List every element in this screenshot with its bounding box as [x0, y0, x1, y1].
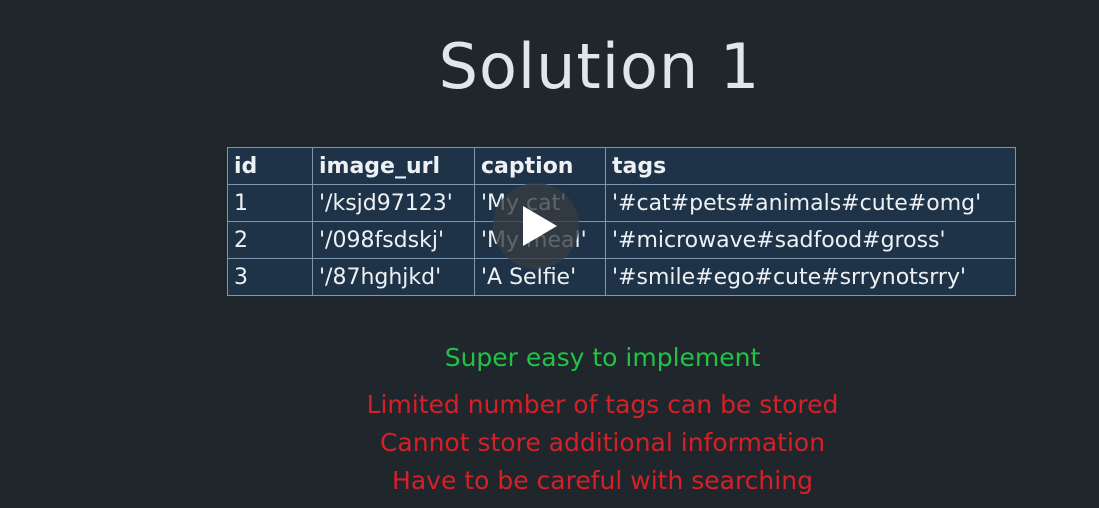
- notes-list: Super easy to implement Limited number o…: [0, 343, 1099, 504]
- play-button[interactable]: [493, 183, 579, 269]
- table-row: 3 '/87hghjkd' 'A Selfie' '#smile#ego#cut…: [227, 258, 1016, 296]
- table-header-row: id image_url caption tags: [227, 147, 1016, 185]
- column-header-tags: tags: [605, 147, 1016, 185]
- cell-tags: '#cat#pets#animals#cute#omg': [605, 184, 1016, 222]
- cell-id: 3: [227, 258, 313, 296]
- table-row: 1 '/ksjd97123' 'My cat' '#cat#pets#anima…: [227, 184, 1016, 222]
- slide-title: Solution 1: [438, 30, 761, 103]
- pro-note: Super easy to implement: [444, 343, 761, 372]
- cell-image-url: '/098fsdskj': [312, 221, 475, 259]
- cell-tags: '#smile#ego#cute#srrynotsrry': [605, 258, 1016, 296]
- play-icon: [523, 206, 557, 246]
- con-note: Have to be careful with searching: [392, 466, 813, 495]
- column-header-image-url: image_url: [312, 147, 475, 185]
- tags-table-container: id image_url caption tags 1 '/ksjd97123'…: [227, 147, 1016, 296]
- cell-id: 2: [227, 221, 313, 259]
- cell-tags: '#microwave#sadfood#gross': [605, 221, 1016, 259]
- table-row: 2 '/098fsdskj' 'My meal' '#microwave#sad…: [227, 221, 1016, 259]
- tags-table: id image_url caption tags 1 '/ksjd97123'…: [227, 147, 1016, 296]
- con-note: Limited number of tags can be stored: [366, 390, 839, 419]
- cell-image-url: '/87hghjkd': [312, 258, 475, 296]
- cell-id: 1: [227, 184, 313, 222]
- column-header-id: id: [227, 147, 313, 185]
- con-note: Cannot store additional information: [379, 428, 826, 457]
- column-header-caption: caption: [474, 147, 606, 185]
- cell-image-url: '/ksjd97123': [312, 184, 475, 222]
